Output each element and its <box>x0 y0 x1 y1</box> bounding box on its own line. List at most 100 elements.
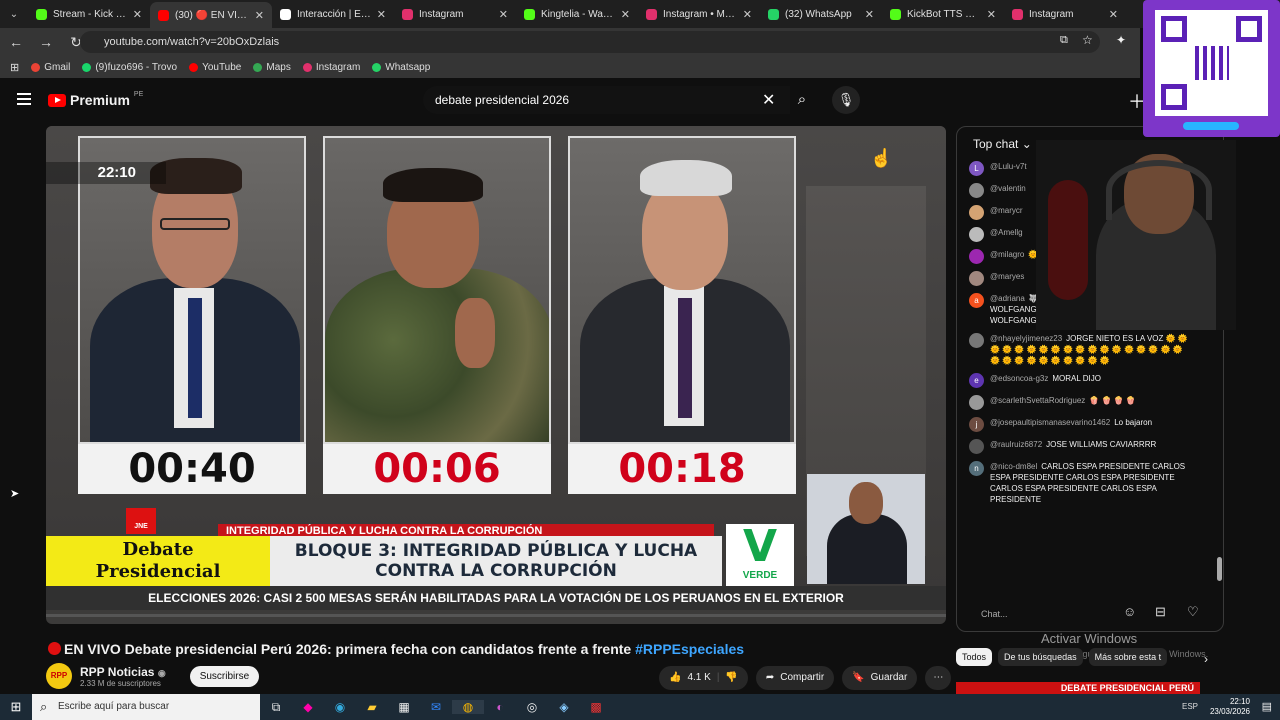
browser-tab[interactable]: Instagram • Mensajes ✕ <box>638 3 760 25</box>
like-button[interactable]: 👍 4.1 K | 👎 <box>659 666 748 690</box>
close-tab-icon[interactable]: ✕ <box>377 8 386 21</box>
chat-avatar[interactable]: n <box>969 461 984 476</box>
windows-start-icon[interactable]: ⊞ <box>0 699 32 715</box>
close-tab-icon[interactable]: ✕ <box>499 8 508 21</box>
bookmark-item[interactable]: (9)fuzo696 - Trovo <box>82 62 177 73</box>
youtube-logo[interactable]: Premium PE <box>48 91 143 108</box>
obs-icon[interactable]: ◎ <box>516 700 548 714</box>
chat-author[interactable]: @josepaultipismanasevarino1462 <box>990 418 1110 427</box>
back-icon[interactable]: ← <box>8 34 24 50</box>
mail-icon[interactable]: ✉ <box>420 700 452 714</box>
app-icon-2[interactable]: ▩ <box>580 700 612 714</box>
close-tab-icon[interactable]: ✕ <box>865 8 874 21</box>
taskbar-search-input[interactable]: Escribe aquí para buscar <box>32 694 260 720</box>
filter-chip[interactable]: Más sobre esta t <box>1088 648 1168 666</box>
chat-avatar[interactable] <box>969 333 984 348</box>
chat-author[interactable]: @edsoncoa-g3z <box>990 374 1048 383</box>
chat-mode-dropdown[interactable]: Top chat ⌄ <box>973 137 1032 151</box>
super-chat-icon[interactable]: ⊟ <box>1155 604 1166 620</box>
browser-tab[interactable]: (32) WhatsApp ✕ <box>760 3 882 25</box>
app-icon-1[interactable]: ◐ <box>484 700 516 714</box>
browser-tab[interactable]: Kingtelia - Watch clip ✕ <box>516 3 638 25</box>
chat-avatar[interactable] <box>969 183 984 198</box>
browser-tab[interactable]: Instagram ✕ <box>1004 3 1126 25</box>
chat-author[interactable]: @marycr <box>990 206 1023 215</box>
notifications-icon[interactable]: ▤ <box>1262 700 1272 713</box>
chat-avatar[interactable] <box>969 227 984 242</box>
chrome-icon[interactable]: ◍ <box>452 700 484 714</box>
language-indicator[interactable]: ESP <box>1182 702 1198 711</box>
bookmark-star-icon[interactable]: ☆ <box>1082 33 1093 47</box>
filter-chip[interactable]: De tus búsquedas <box>998 648 1083 666</box>
video-hashtag-link[interactable]: #RPPEspeciales <box>635 641 744 657</box>
close-tab-icon[interactable]: ✕ <box>133 8 142 21</box>
chat-avatar[interactable] <box>969 395 984 410</box>
heart-icon[interactable]: ♡ <box>1187 604 1199 620</box>
chat-avatar[interactable] <box>969 271 984 286</box>
tab-search-button[interactable]: ⌄ <box>0 9 28 20</box>
microphone-icon[interactable]: 🎙 <box>832 86 860 114</box>
menu-icon[interactable] <box>17 93 31 108</box>
file-explorer-icon[interactable]: ▰ <box>356 700 388 714</box>
browser-tab[interactable]: Interacción | El mejo ✕ <box>272 3 394 25</box>
chat-author[interactable]: @milagro <box>990 250 1024 259</box>
chat-avatar[interactable]: e <box>969 373 984 388</box>
system-clock[interactable]: 22:10 23/03/2026 <box>1210 697 1250 717</box>
url-field[interactable]: youtube.com/watch?v=20bOxDzlais <box>80 31 1100 53</box>
video-player[interactable]: ☝ 00:40 00:06 00:18 22:10 JNE INTEGRIDAD <box>46 126 946 624</box>
bookmark-item[interactable]: Gmail <box>31 62 70 73</box>
chat-scrollbar[interactable] <box>1217 557 1222 581</box>
share-button[interactable]: ➦ Compartir <box>755 666 835 690</box>
chat-author[interactable]: @raulruiz6872 <box>990 440 1042 449</box>
bookmark-item[interactable]: YouTube <box>189 62 241 73</box>
filter-chip[interactable]: Todos <box>956 648 993 666</box>
search-input[interactable]: debate presidencial 2026 <box>423 86 790 114</box>
chips-next-icon[interactable]: › <box>1204 652 1208 666</box>
chat-input[interactable]: Chat... <box>977 604 1127 624</box>
copilot-icon[interactable]: ◆ <box>292 700 324 714</box>
chat-author[interactable]: @scarlethSvettaRodriguez <box>990 396 1085 405</box>
chat-author[interactable]: @nico-dm8el <box>990 462 1037 471</box>
close-tab-icon[interactable]: ✕ <box>255 9 264 22</box>
bookmark-item[interactable]: Whatsapp <box>372 62 430 73</box>
close-tab-icon[interactable]: ✕ <box>987 8 996 21</box>
clear-search-icon[interactable]: ✕ <box>762 90 775 110</box>
channel-name[interactable]: RPP Noticias ◉ <box>80 665 166 679</box>
chat-author[interactable]: @valentin <box>990 184 1026 193</box>
chat-avatar[interactable]: L <box>969 161 984 176</box>
steam-icon[interactable]: ◈ <box>548 700 580 714</box>
browser-tab[interactable]: Stream - Kick Da ✕ <box>28 3 150 25</box>
close-tab-icon[interactable]: ✕ <box>743 8 752 21</box>
save-button[interactable]: 🔖 Guardar <box>842 666 918 690</box>
browser-tab[interactable]: (30) 🔴 EN VIVO D ✕ <box>150 2 272 28</box>
chat-author[interactable]: @adriana <box>990 294 1025 303</box>
thumbs-down-icon[interactable]: 👎 <box>725 666 737 690</box>
more-actions-icon[interactable]: ⋯ <box>925 666 952 690</box>
chat-author[interactable]: @Lulu-v7t <box>990 162 1027 171</box>
browser-tab[interactable]: Instagram ✕ <box>394 3 516 25</box>
chat-author[interactable]: @nhayelyjimenez23 <box>990 334 1062 343</box>
close-tab-icon[interactable]: ✕ <box>1109 8 1118 21</box>
chat-avatar[interactable]: j <box>969 417 984 432</box>
task-view-icon[interactable]: ⧉ <box>260 700 292 715</box>
channel-avatar[interactable]: RPP <box>46 663 72 689</box>
edge-icon[interactable]: ◉ <box>324 700 356 714</box>
chat-author[interactable]: @Amellg <box>990 228 1023 237</box>
install-icon[interactable]: ⧉ <box>1060 34 1068 47</box>
search-icon[interactable]: ⌕ <box>790 86 814 114</box>
bookmark-item[interactable]: Maps <box>253 62 291 73</box>
apps-grid-icon[interactable]: ⊞ <box>10 61 19 74</box>
close-tab-icon[interactable]: ✕ <box>621 8 630 21</box>
browser-tab[interactable]: KickBot TTS Settings ✕ <box>882 3 1004 25</box>
subscribe-button[interactable]: Suscribirse <box>189 665 260 687</box>
video-progress-bar[interactable] <box>46 614 946 617</box>
emoji-icon[interactable]: ☺ <box>1123 604 1136 619</box>
chat-avatar[interactable] <box>969 205 984 220</box>
chat-avatar[interactable] <box>969 439 984 454</box>
forward-icon[interactable]: → <box>38 34 54 50</box>
chat-author[interactable]: @maryes <box>990 272 1024 281</box>
store-icon[interactable]: ▦ <box>388 700 420 714</box>
bookmark-item[interactable]: Instagram <box>302 62 360 73</box>
recommended-video-thumb[interactable]: DEBATE PRESIDENCIAL PERÚ <box>956 682 1200 694</box>
extensions-icon[interactable]: ✦ <box>1116 33 1126 47</box>
